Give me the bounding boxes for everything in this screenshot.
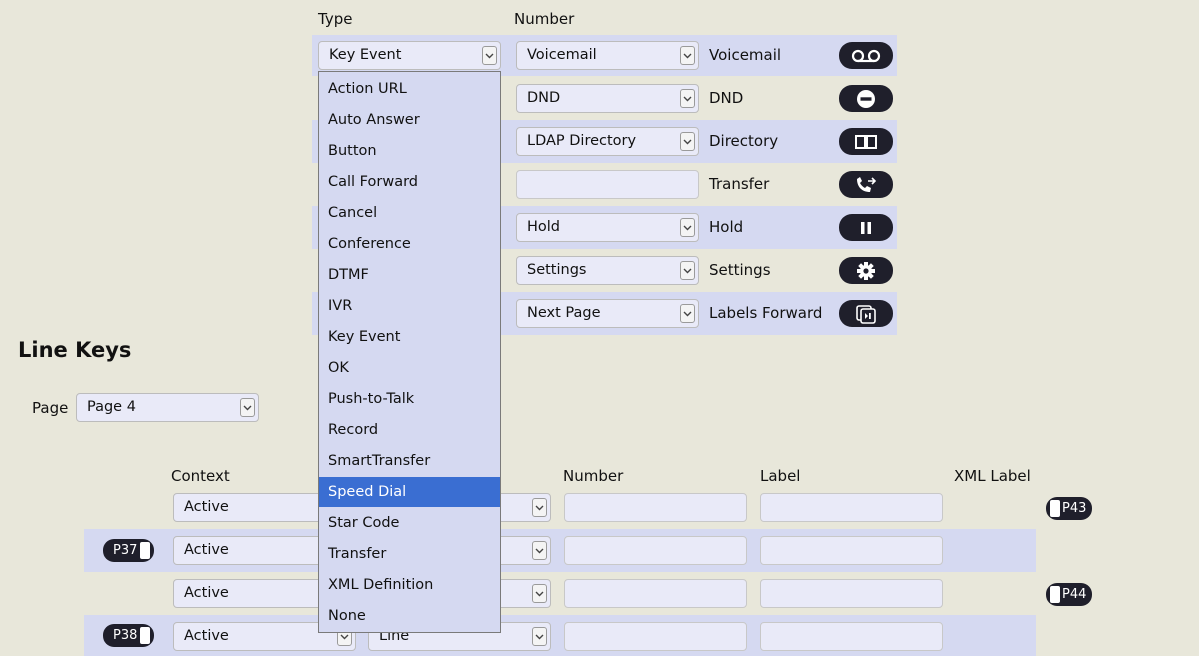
key-block-icon: [1050, 586, 1060, 603]
key-block-icon: [1050, 500, 1060, 517]
chevron-down-icon: [680, 304, 695, 323]
chevron-down-icon: [680, 261, 695, 280]
type-column-header: Type: [318, 10, 353, 28]
line-keys-heading: Line Keys: [18, 338, 132, 362]
dropdown-option[interactable]: Auto Answer: [319, 105, 500, 135]
line-number-input[interactable]: [564, 622, 747, 651]
number-select[interactable]: DND: [516, 84, 699, 113]
number-select[interactable]: Voicemail: [516, 41, 699, 70]
key-block-icon: [140, 542, 151, 559]
line-key-badge: P43: [1046, 497, 1093, 520]
number-select-value: Hold: [527, 219, 561, 235]
number-column-header: Number: [514, 10, 575, 28]
key-label: Voicemail: [709, 46, 782, 64]
page-label: Page: [32, 399, 69, 417]
chevron-down-icon: [532, 541, 547, 560]
line-key-badge: P37: [103, 539, 155, 562]
number-select[interactable]: Next Page: [516, 299, 699, 328]
number-select[interactable]: LDAP Directory: [516, 127, 699, 156]
dropdown-option[interactable]: OK: [319, 353, 500, 383]
chevron-down-icon: [680, 46, 695, 65]
context-select-value: Active: [184, 499, 229, 515]
dropdown-option[interactable]: Transfer: [319, 539, 500, 569]
page-select[interactable]: Page 4: [76, 393, 259, 422]
line-key-badge-label: P43: [1062, 501, 1087, 516]
context-select-value: Active: [184, 542, 229, 558]
key-label: Settings: [709, 261, 771, 279]
line-key-badge: P44: [1046, 583, 1093, 606]
line-number-input[interactable]: [564, 493, 747, 522]
context-select-value: Active: [184, 628, 229, 644]
dropdown-option[interactable]: Action URL: [319, 74, 500, 104]
key-label: DND: [709, 89, 744, 107]
number-select[interactable]: Hold: [516, 213, 699, 242]
chevron-down-icon: [680, 218, 695, 237]
chevron-down-icon: [240, 398, 255, 417]
line-label-input[interactable]: [760, 536, 943, 565]
pause-icon: [839, 214, 893, 241]
context-column-header: Context: [171, 467, 230, 485]
line-key-badge-label: P37: [113, 543, 138, 558]
label-column-header: Label: [760, 467, 801, 485]
number-select-value: DND: [527, 90, 561, 106]
chevron-down-icon: [532, 627, 547, 646]
number-select-value: Settings: [527, 262, 587, 278]
number-select-value: LDAP Directory: [527, 133, 637, 149]
number-column-header: Number: [563, 467, 624, 485]
type-dropdown-menu[interactable]: Action URL Auto Answer Button Call Forwa…: [318, 71, 501, 633]
line-label-input[interactable]: [760, 579, 943, 608]
line-key-badge: P38: [103, 624, 155, 647]
dropdown-option-highlighted[interactable]: Speed Dial: [319, 477, 500, 507]
dropdown-option[interactable]: SmartTransfer: [319, 446, 500, 476]
chevron-down-icon: [680, 89, 695, 108]
chevron-down-icon: [532, 498, 547, 517]
key-label: Labels Forward: [709, 304, 823, 322]
line-label-input[interactable]: [760, 622, 943, 651]
line-number-input[interactable]: [564, 579, 747, 608]
number-select[interactable]: Settings: [516, 256, 699, 285]
dropdown-option[interactable]: Push-to-Talk: [319, 384, 500, 414]
number-select-value: Next Page: [527, 305, 601, 321]
directory-book-icon: [839, 128, 893, 155]
labels-forward-icon: [839, 300, 893, 327]
key-label: Transfer: [709, 175, 770, 193]
key-label: Directory: [709, 132, 779, 150]
key-label: Hold: [709, 218, 744, 236]
gear-icon: [839, 257, 893, 284]
voicemail-icon: [839, 42, 893, 69]
dnd-icon: [839, 85, 893, 112]
chevron-down-icon: [482, 46, 497, 65]
type-select-value: Key Event: [329, 47, 402, 63]
dropdown-option[interactable]: XML Definition: [319, 570, 500, 600]
dropdown-option[interactable]: Star Code: [319, 508, 500, 538]
line-number-input[interactable]: [564, 536, 747, 565]
dropdown-option[interactable]: Key Event: [319, 322, 500, 352]
number-select-value: Voicemail: [527, 47, 597, 63]
dropdown-option[interactable]: Call Forward: [319, 167, 500, 197]
type-select[interactable]: Key Event: [318, 41, 501, 70]
line-key-badge-label: P38: [113, 628, 138, 643]
dropdown-option[interactable]: DTMF: [319, 260, 500, 290]
dropdown-option[interactable]: None: [319, 601, 500, 631]
transfer-phone-icon: [839, 171, 893, 198]
dropdown-option[interactable]: IVR: [319, 291, 500, 321]
number-input[interactable]: [516, 170, 699, 199]
xml-label-column-header: XML Label: [954, 467, 1031, 485]
dropdown-option[interactable]: Record: [319, 415, 500, 445]
dropdown-option[interactable]: Conference: [319, 229, 500, 259]
key-block-icon: [140, 627, 151, 644]
line-label-input[interactable]: [760, 493, 943, 522]
line-key-badge-label: P44: [1062, 587, 1087, 602]
chevron-down-icon: [680, 132, 695, 151]
context-select-value: Active: [184, 585, 229, 601]
chevron-down-icon: [532, 584, 547, 603]
dropdown-option[interactable]: Cancel: [319, 198, 500, 228]
page-select-value: Page 4: [87, 399, 136, 415]
dropdown-option[interactable]: Button: [319, 136, 500, 166]
